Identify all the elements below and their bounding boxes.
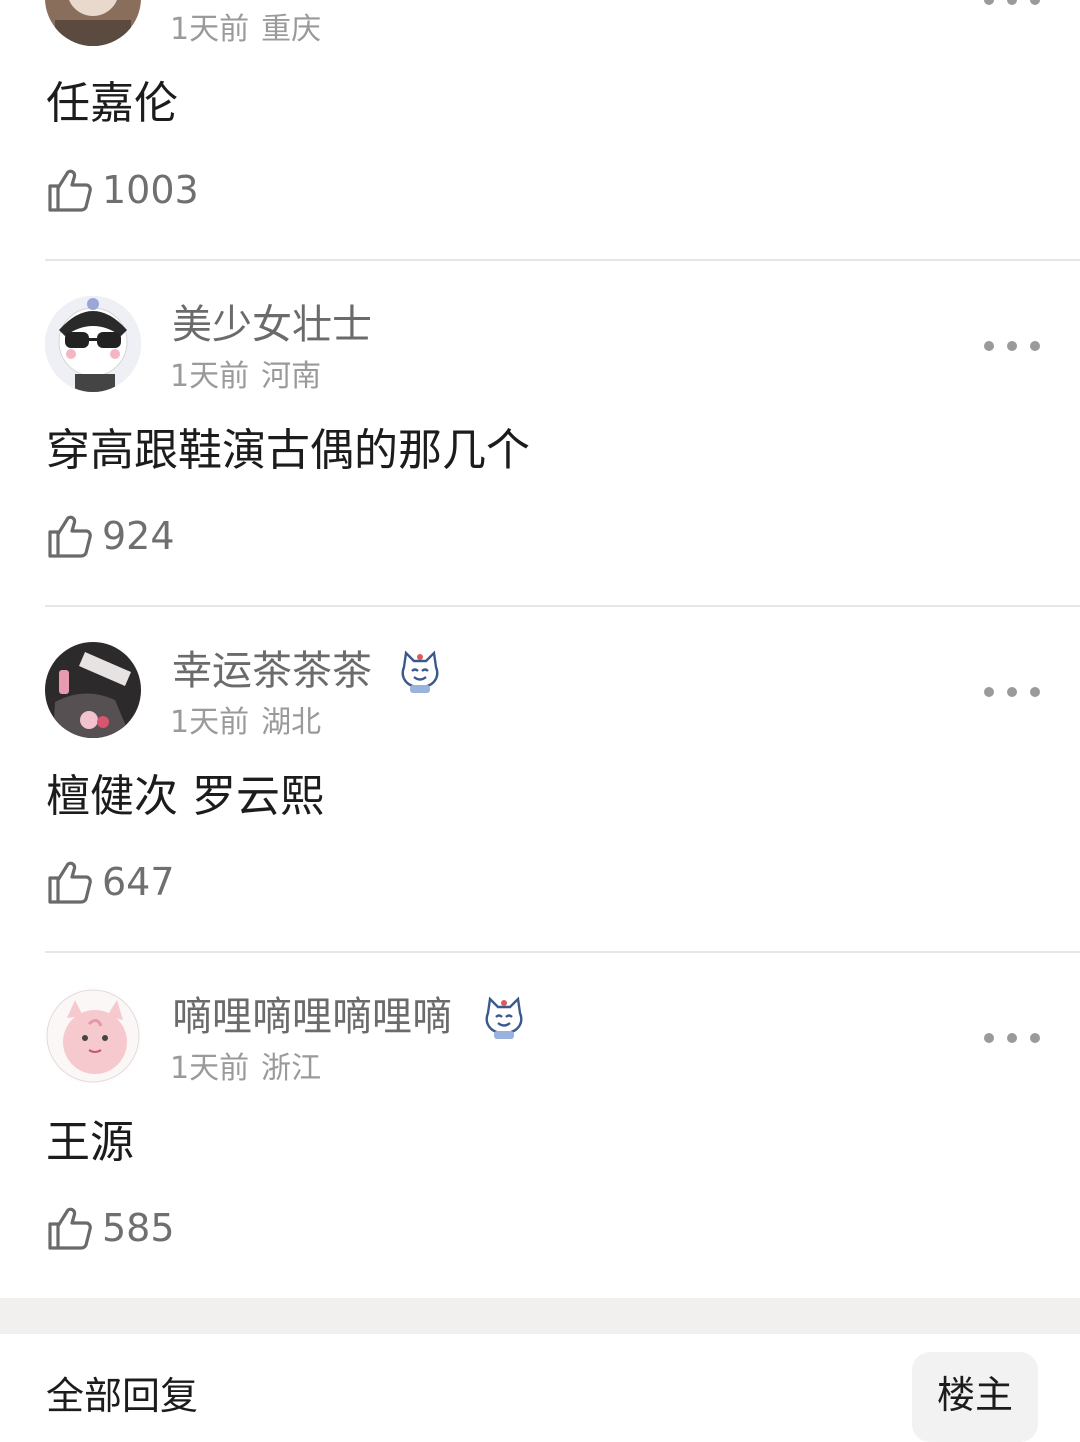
username[interactable]: 嘀哩嘀哩嘀哩嘀	[172, 993, 452, 1041]
comment-item: 1天前 重庆 任嘉伦 1003	[0, 0, 1080, 260]
like-button[interactable]: 1003	[46, 164, 199, 216]
comment-time: 1天前	[170, 705, 250, 740]
like-button[interactable]: 647	[46, 856, 175, 908]
comment-text: 檀健次 罗云熙	[46, 771, 324, 822]
like-count: 1003	[102, 168, 199, 212]
comment-meta: 1天前 湖北	[170, 705, 321, 741]
comment-item: 嘀哩嘀哩嘀哩嘀 1天前 浙江 王源 585	[0, 953, 1080, 1298]
thumbs-up-icon	[48, 515, 92, 558]
thumbs-up-icon	[48, 861, 92, 904]
comment-location: 湖北	[261, 705, 322, 740]
comment-item: 幸运茶茶茶 1天前 湖北 檀健次 罗云熙 647	[0, 607, 1080, 952]
comment-text: 穿高跟鞋演古偶的那几个	[46, 425, 530, 476]
more-options-icon[interactable]	[984, 0, 1040, 12]
like-count: 647	[102, 860, 175, 904]
owner-only-filter-button[interactable]: 楼主	[912, 1352, 1038, 1442]
more-options-icon[interactable]	[984, 1026, 1040, 1050]
comment-item: 美少女壮士 1天前 河南 穿高跟鞋演古偶的那几个 924	[0, 261, 1080, 606]
like-button[interactable]: 924	[46, 510, 175, 562]
comment-time: 1天前	[170, 1051, 250, 1086]
comment-text: 王源	[46, 1117, 134, 1168]
comment-meta: 1天前 河南	[170, 359, 321, 395]
comment-time: 1天前	[170, 359, 250, 394]
like-count: 924	[102, 514, 175, 558]
comment-location: 河南	[261, 359, 322, 394]
more-options-icon[interactable]	[984, 334, 1040, 358]
user-avatar[interactable]	[45, 296, 141, 392]
like-button[interactable]: 585	[46, 1202, 175, 1254]
comment-location: 重庆	[261, 12, 322, 47]
section-separator	[0, 1298, 1080, 1334]
user-avatar[interactable]	[45, 642, 141, 738]
user-avatar[interactable]	[45, 0, 141, 46]
all-replies-heading: 全部回复	[46, 1374, 199, 1418]
thumbs-up-icon	[48, 169, 92, 212]
username[interactable]: 美少女壮士	[172, 301, 372, 349]
cat-badge-icon	[398, 647, 442, 695]
thumbs-up-icon	[48, 1207, 92, 1250]
more-options-icon[interactable]	[984, 680, 1040, 704]
cat-badge-icon	[482, 993, 526, 1041]
comment-meta: 1天前 浙江	[170, 1051, 321, 1087]
owner-only-filter-label: 楼主	[936, 1372, 1013, 1417]
user-avatar[interactable]	[45, 988, 141, 1084]
like-count: 585	[102, 1206, 175, 1250]
username[interactable]: 幸运茶茶茶	[172, 647, 372, 695]
comment-time: 1天前	[170, 12, 250, 47]
comment-text: 任嘉伦	[46, 78, 178, 129]
comment-location: 浙江	[261, 1051, 322, 1086]
comment-meta: 1天前 重庆	[170, 12, 321, 48]
